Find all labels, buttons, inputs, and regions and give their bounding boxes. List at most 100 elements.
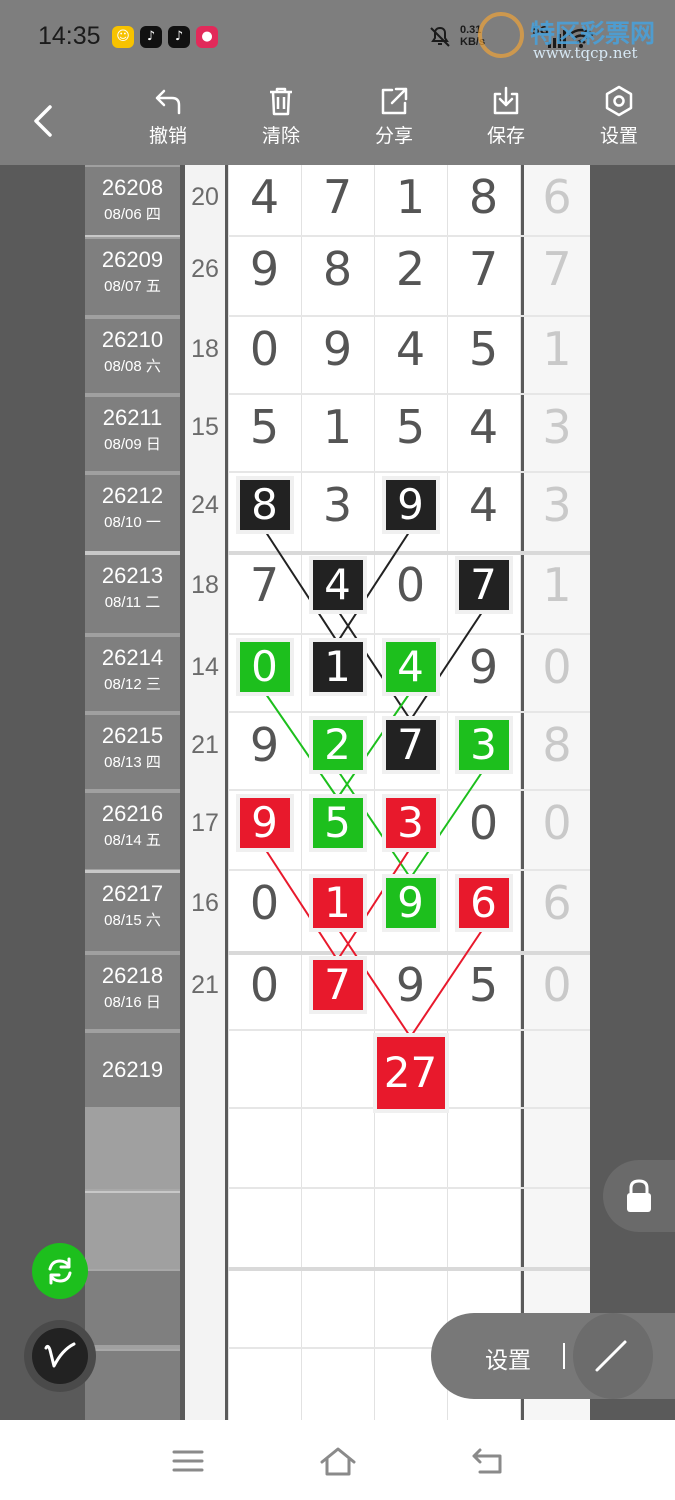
issue-cell[interactable]: 26212 08/10 一 <box>85 475 180 551</box>
sum-value: 18 <box>191 335 219 363</box>
status-time: 14:35 <box>38 22 101 50</box>
tail-digit: 6 <box>542 170 572 224</box>
result-box[interactable]: 27 <box>372 1033 449 1113</box>
highlighted-digit[interactable]: 3 <box>454 716 513 774</box>
highlighted-digit[interactable]: 7 <box>381 716 440 774</box>
back-arrow-icon[interactable] <box>28 103 60 139</box>
digit-cell[interactable]: 5 <box>447 317 520 395</box>
digit-cell[interactable]: 1 <box>374 165 447 243</box>
tail-digit: 1 <box>542 322 572 376</box>
issue-number: 26213 <box>101 563 164 588</box>
digit-cell[interactable]: 4 <box>228 165 301 243</box>
save-button[interactable]: 保存 <box>471 85 541 148</box>
issue-cell[interactable]: 26214 08/12 三 <box>85 637 180 711</box>
pink-app-icon: ● <box>196 26 218 48</box>
highlighted-digit[interactable]: 4 <box>308 556 367 614</box>
draw-settings-label[interactable]: 设置 <box>485 1341 531 1375</box>
undo-button[interactable]: 撤销 <box>133 85 203 148</box>
line-tool-icon <box>595 1340 627 1372</box>
digit-cell[interactable]: 7 <box>447 237 520 315</box>
issue-row-divider <box>85 1269 180 1271</box>
issue-number: 26209 <box>101 247 164 272</box>
issue-cell[interactable]: 26209 08/07 五 <box>85 239 180 315</box>
issue-row-divider <box>85 1189 180 1191</box>
highlighted-digit[interactable]: 9 <box>381 874 440 932</box>
digit-cell[interactable]: 0 <box>228 871 301 949</box>
digit-cell[interactable]: 0 <box>447 791 520 869</box>
sum-value: 21 <box>191 731 219 759</box>
digit-cell[interactable]: 1 <box>301 395 374 473</box>
digit-cell[interactable]: 4 <box>447 473 520 551</box>
issue-cell[interactable]: 26216 08/14 五 <box>85 793 180 869</box>
issue-date: 08/15 六 <box>104 912 161 929</box>
undo-icon <box>155 89 181 115</box>
issue-date: 08/14 五 <box>104 832 161 849</box>
trend-grid[interactable]: 26208 08/06 四 20 4 7 1 8 6 26209 08/07 五 26 9 8 2 7 7 26… <box>0 165 675 1425</box>
share-button[interactable]: 分享 <box>359 85 429 148</box>
digit-cell[interactable]: 8 <box>301 237 374 315</box>
highlighted-digit[interactable]: 5 <box>308 794 367 852</box>
highlighted-digit[interactable]: 9 <box>235 794 294 852</box>
lock-button[interactable] <box>603 1160 675 1232</box>
back-icon[interactable] <box>468 1444 508 1478</box>
highlighted-digit[interactable]: 0 <box>235 638 294 696</box>
grid-row-divider <box>228 1267 590 1271</box>
issue-cell[interactable]: 26213 08/11 二 <box>85 555 180 633</box>
highlighted-digit[interactable]: 6 <box>454 874 513 932</box>
menu-icon[interactable] <box>168 1444 208 1478</box>
issue-cell[interactable]: 26219 <box>85 1033 180 1107</box>
digit-cell[interactable]: 5 <box>228 395 301 473</box>
sync-button[interactable] <box>32 1243 88 1299</box>
tail-digit: 7 <box>542 242 572 296</box>
tail-digit: 6 <box>542 876 572 930</box>
home-icon[interactable] <box>318 1444 358 1478</box>
highlighted-digit[interactable]: 4 <box>381 638 440 696</box>
digit-cell[interactable]: 7 <box>301 165 374 243</box>
digit-cell[interactable]: 3 <box>301 473 374 551</box>
digit-cell[interactable]: 0 <box>228 317 301 395</box>
digit-cell[interactable]: 9 <box>228 237 301 315</box>
digit-cell[interactable]: 9 <box>447 635 520 713</box>
pen-button[interactable] <box>24 1320 96 1392</box>
issue-number: 26215 <box>101 723 164 748</box>
issue-cell[interactable]: 26208 08/06 四 <box>85 167 180 235</box>
highlighted-digit[interactable]: 9 <box>381 476 440 534</box>
clear-button[interactable]: 清除 <box>246 85 316 148</box>
highlighted-digit[interactable]: 8 <box>235 476 294 534</box>
digit-cell[interactable]: 9 <box>301 317 374 395</box>
digit-cell[interactable]: 5 <box>447 953 520 1031</box>
pill-separator <box>563 1343 565 1369</box>
digit-cell[interactable]: 2 <box>374 237 447 315</box>
digit-cell[interactable]: 7 <box>228 553 301 631</box>
digit-cell[interactable]: 0 <box>228 953 301 1031</box>
highlighted-digit[interactable]: 7 <box>308 956 367 1014</box>
digit-cell[interactable]: 4 <box>447 395 520 473</box>
highlighted-digit[interactable]: 1 <box>308 874 367 932</box>
draw-settings-pill[interactable]: 设置 <box>431 1313 675 1399</box>
download-icon <box>493 86 519 115</box>
grid-column-divider <box>520 165 521 1420</box>
digit-cell[interactable]: 9 <box>228 713 301 791</box>
digit-cell[interactable]: 9 <box>374 953 447 1031</box>
line-tool-button[interactable] <box>573 1313 653 1399</box>
issue-number: 26210 <box>101 327 164 352</box>
issue-cell[interactable]: 26211 08/09 日 <box>85 397 180 471</box>
issue-date: 08/11 二 <box>104 594 161 611</box>
digit-cell[interactable]: 8 <box>447 165 520 243</box>
left-margin <box>0 165 85 1420</box>
issue-cell[interactable]: 26217 08/15 六 <box>85 873 180 951</box>
sum-value: 24 <box>191 491 219 519</box>
issue-cell[interactable]: 26215 08/13 四 <box>85 715 180 789</box>
tiktok-lite-icon: ♪ <box>168 26 190 48</box>
settings-button[interactable]: 设置 <box>584 85 654 148</box>
digit-cell[interactable]: 0 <box>374 553 447 631</box>
issue-cell[interactable]: 26210 08/08 六 <box>85 319 180 393</box>
issue-cell[interactable]: 26218 08/16 日 <box>85 955 180 1029</box>
digit-cell[interactable]: 5 <box>374 395 447 473</box>
highlighted-digit[interactable]: 1 <box>308 638 367 696</box>
highlighted-digit[interactable]: 3 <box>381 794 440 852</box>
undo-label: 撤销 <box>148 125 187 147</box>
highlighted-digit[interactable]: 2 <box>308 716 367 774</box>
digit-cell[interactable]: 4 <box>374 317 447 395</box>
highlighted-digit[interactable]: 7 <box>454 556 513 614</box>
